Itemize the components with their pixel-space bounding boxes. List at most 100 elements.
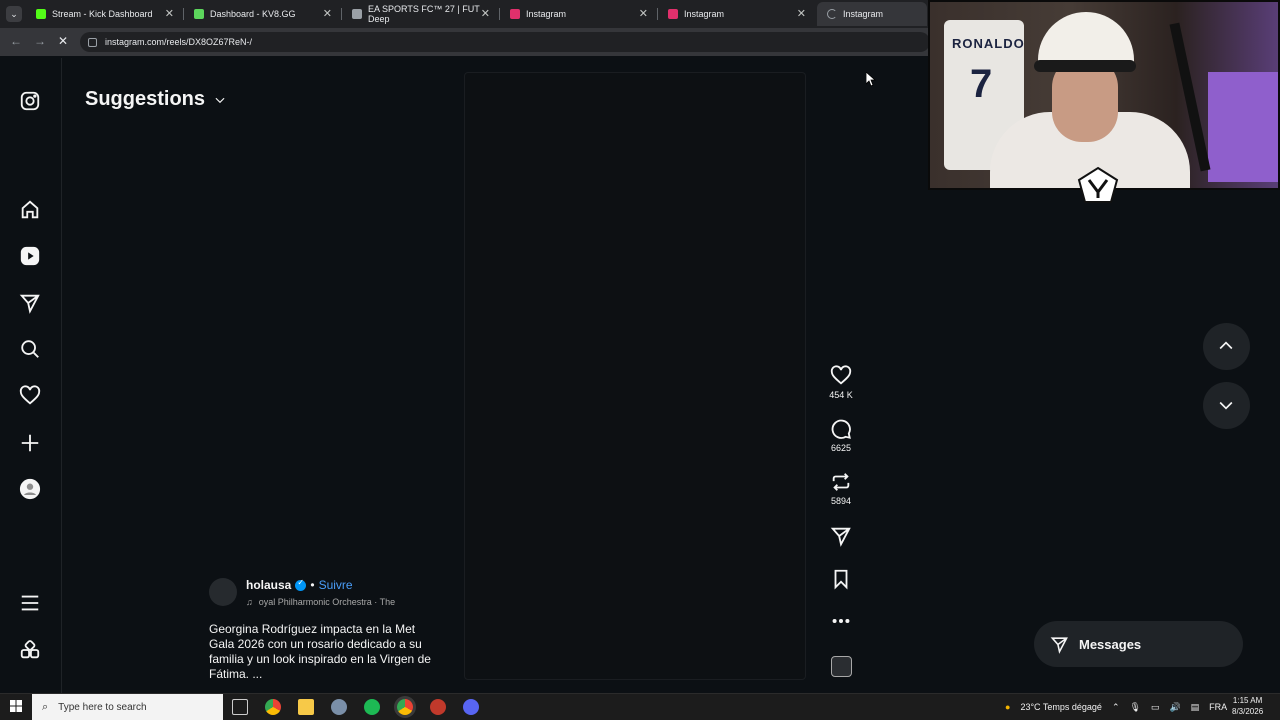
repost-count: 5894: [830, 496, 852, 506]
browser-tab[interactable]: Stream - Kick Dashboard ✕: [26, 2, 182, 26]
kv8-favicon-icon: [194, 9, 204, 19]
repost-action[interactable]: 5894: [820, 471, 862, 506]
task-view-icon[interactable]: [232, 699, 248, 715]
more-menu-icon[interactable]: [19, 592, 41, 614]
reel-video-player[interactable]: [464, 72, 806, 680]
tab-search-button[interactable]: ⌄: [6, 6, 22, 22]
follow-button[interactable]: Suivre: [319, 578, 353, 592]
spotify-icon[interactable]: [364, 699, 380, 715]
address-bar[interactable]: instagram.com/reels/DX8OZ67ReN-/: [80, 32, 930, 52]
chevron-down-icon: [215, 97, 225, 103]
back-arrow-icon[interactable]: ←: [10, 34, 22, 48]
comment-bubble-icon[interactable]: [830, 418, 852, 440]
streamer-cap-brim: [1034, 60, 1136, 72]
volume-icon[interactable]: 🔊: [1169, 702, 1180, 713]
reels-icon[interactable]: [19, 245, 41, 267]
site-info-icon[interactable]: [88, 37, 97, 47]
background-monitor: [1208, 72, 1278, 182]
author-username[interactable]: holausa: [246, 578, 291, 592]
share-action[interactable]: [820, 525, 862, 547]
browser-tab[interactable]: Instagram ✕: [658, 2, 814, 26]
streamer-webcam-overlay: RONALDO 7: [928, 0, 1280, 190]
previous-reel-button[interactable]: [1203, 323, 1250, 370]
heart-icon[interactable]: [830, 365, 852, 387]
network-icon[interactable]: ▭: [1151, 702, 1160, 713]
stop-loading-icon[interactable]: ✕: [58, 34, 68, 48]
more-horizontal-icon[interactable]: [830, 610, 852, 632]
tab-close-icon[interactable]: ✕: [481, 7, 490, 20]
bookmark-icon[interactable]: [830, 568, 852, 590]
share-paper-plane-icon[interactable]: [830, 525, 852, 547]
chrome-icon[interactable]: [265, 699, 281, 715]
audio-thumbnail[interactable]: [831, 656, 852, 677]
tab-title: Instagram: [843, 9, 884, 19]
instagram-favicon-icon: [668, 9, 678, 19]
reel-audio-link[interactable]: ♫ oyal Philharmonic Orchestra · The: [246, 597, 395, 607]
separator-dot: •: [310, 578, 315, 592]
tab-title: Dashboard - KV8.GG: [210, 9, 296, 19]
suggestions-dropdown[interactable]: Suggestions: [85, 88, 227, 111]
chrome-active-icon[interactable]: [397, 699, 413, 715]
browser-tab-active[interactable]: Instagram: [817, 2, 927, 26]
create-plus-icon[interactable]: [19, 432, 41, 454]
direct-messages-icon[interactable]: [19, 292, 41, 314]
language-indicator[interactable]: FRA: [1209, 702, 1227, 712]
ea-favicon-icon: [352, 9, 362, 19]
messages-button[interactable]: Messages: [1034, 621, 1243, 667]
app-icon[interactable]: [331, 699, 347, 715]
home-icon[interactable]: [19, 199, 41, 221]
tab-close-icon[interactable]: ✕: [639, 7, 648, 20]
weather-text[interactable]: 23°C Temps dégagé: [1020, 702, 1102, 712]
next-reel-button[interactable]: [1203, 382, 1250, 429]
tab-title: Instagram: [684, 9, 725, 19]
browser-tab[interactable]: EA SPORTS FC™ 27 | FUT Deep ✕: [342, 2, 498, 26]
kick-favicon-icon: [36, 9, 46, 19]
forward-arrow-icon[interactable]: →: [34, 34, 46, 48]
stream-logo-icon: [1077, 166, 1119, 203]
comment-action[interactable]: 6625: [820, 418, 862, 453]
more-options-action[interactable]: [820, 610, 862, 632]
profile-avatar-icon[interactable]: [19, 478, 41, 500]
browser-tab[interactable]: Instagram ✕: [500, 2, 656, 26]
tab-close-icon[interactable]: ✕: [797, 7, 806, 20]
tray-chevron-icon[interactable]: ⌃: [1112, 702, 1120, 713]
chevron-up-icon: [1219, 341, 1233, 350]
save-action[interactable]: [820, 568, 862, 590]
system-tray: ● 23°C Temps dégagé ⌃ 🎙 ▭ 🔊 ▤ FRA: [1005, 697, 1227, 717]
repost-icon[interactable]: [830, 471, 852, 493]
messages-label: Messages: [1079, 636, 1142, 652]
clock-date: 8/3/2026: [1232, 707, 1264, 716]
author-avatar[interactable]: [209, 578, 237, 606]
like-action[interactable]: 454 K: [820, 365, 862, 400]
weather-icon: ●: [1005, 702, 1011, 712]
discord-icon[interactable]: [463, 699, 479, 715]
verified-badge-icon: [295, 578, 307, 591]
notifications-heart-icon[interactable]: [19, 385, 41, 407]
also-from-meta-icon[interactable]: [19, 639, 41, 661]
instagram-logo-icon[interactable]: [19, 90, 41, 112]
taskbar-search-box[interactable]: ⌕ Type here to search: [32, 694, 223, 720]
tab-close-icon[interactable]: ✕: [165, 7, 174, 20]
chevron-down-icon: [1219, 401, 1233, 410]
reel-caption[interactable]: Georgina Rodríguez impacta en la Met Gal…: [209, 622, 441, 682]
windows-start-icon[interactable]: [10, 700, 22, 712]
microphone-icon[interactable]: 🎙: [1129, 702, 1140, 713]
keyboard-icon[interactable]: ▤: [1191, 702, 1200, 713]
page-title: Suggestions: [85, 88, 206, 110]
clock-time: 1:15 AM: [1232, 696, 1263, 705]
search-icon[interactable]: [19, 338, 41, 360]
mouse-cursor-icon: [866, 72, 876, 87]
tab-title: Stream - Kick Dashboard: [52, 9, 153, 19]
app-red-icon[interactable]: [430, 699, 446, 715]
browser-tab[interactable]: Dashboard - KV8.GG ✕: [184, 2, 340, 26]
loading-spinner-icon: [827, 9, 837, 19]
file-explorer-icon[interactable]: [298, 699, 314, 715]
audio-title: oyal Philharmonic Orchestra · The: [258, 597, 396, 607]
music-note-icon: ♫: [246, 597, 253, 607]
taskbar-clock[interactable]: 1:15 AM 8/3/2026: [1232, 695, 1263, 717]
messages-paper-plane-icon: [1050, 636, 1068, 654]
tab-close-icon[interactable]: ✕: [323, 7, 332, 20]
comment-count: 6625: [830, 443, 852, 453]
like-count: 454 K: [829, 390, 853, 400]
url-text: instagram.com/reels/DX8OZ67ReN-/: [105, 37, 253, 47]
